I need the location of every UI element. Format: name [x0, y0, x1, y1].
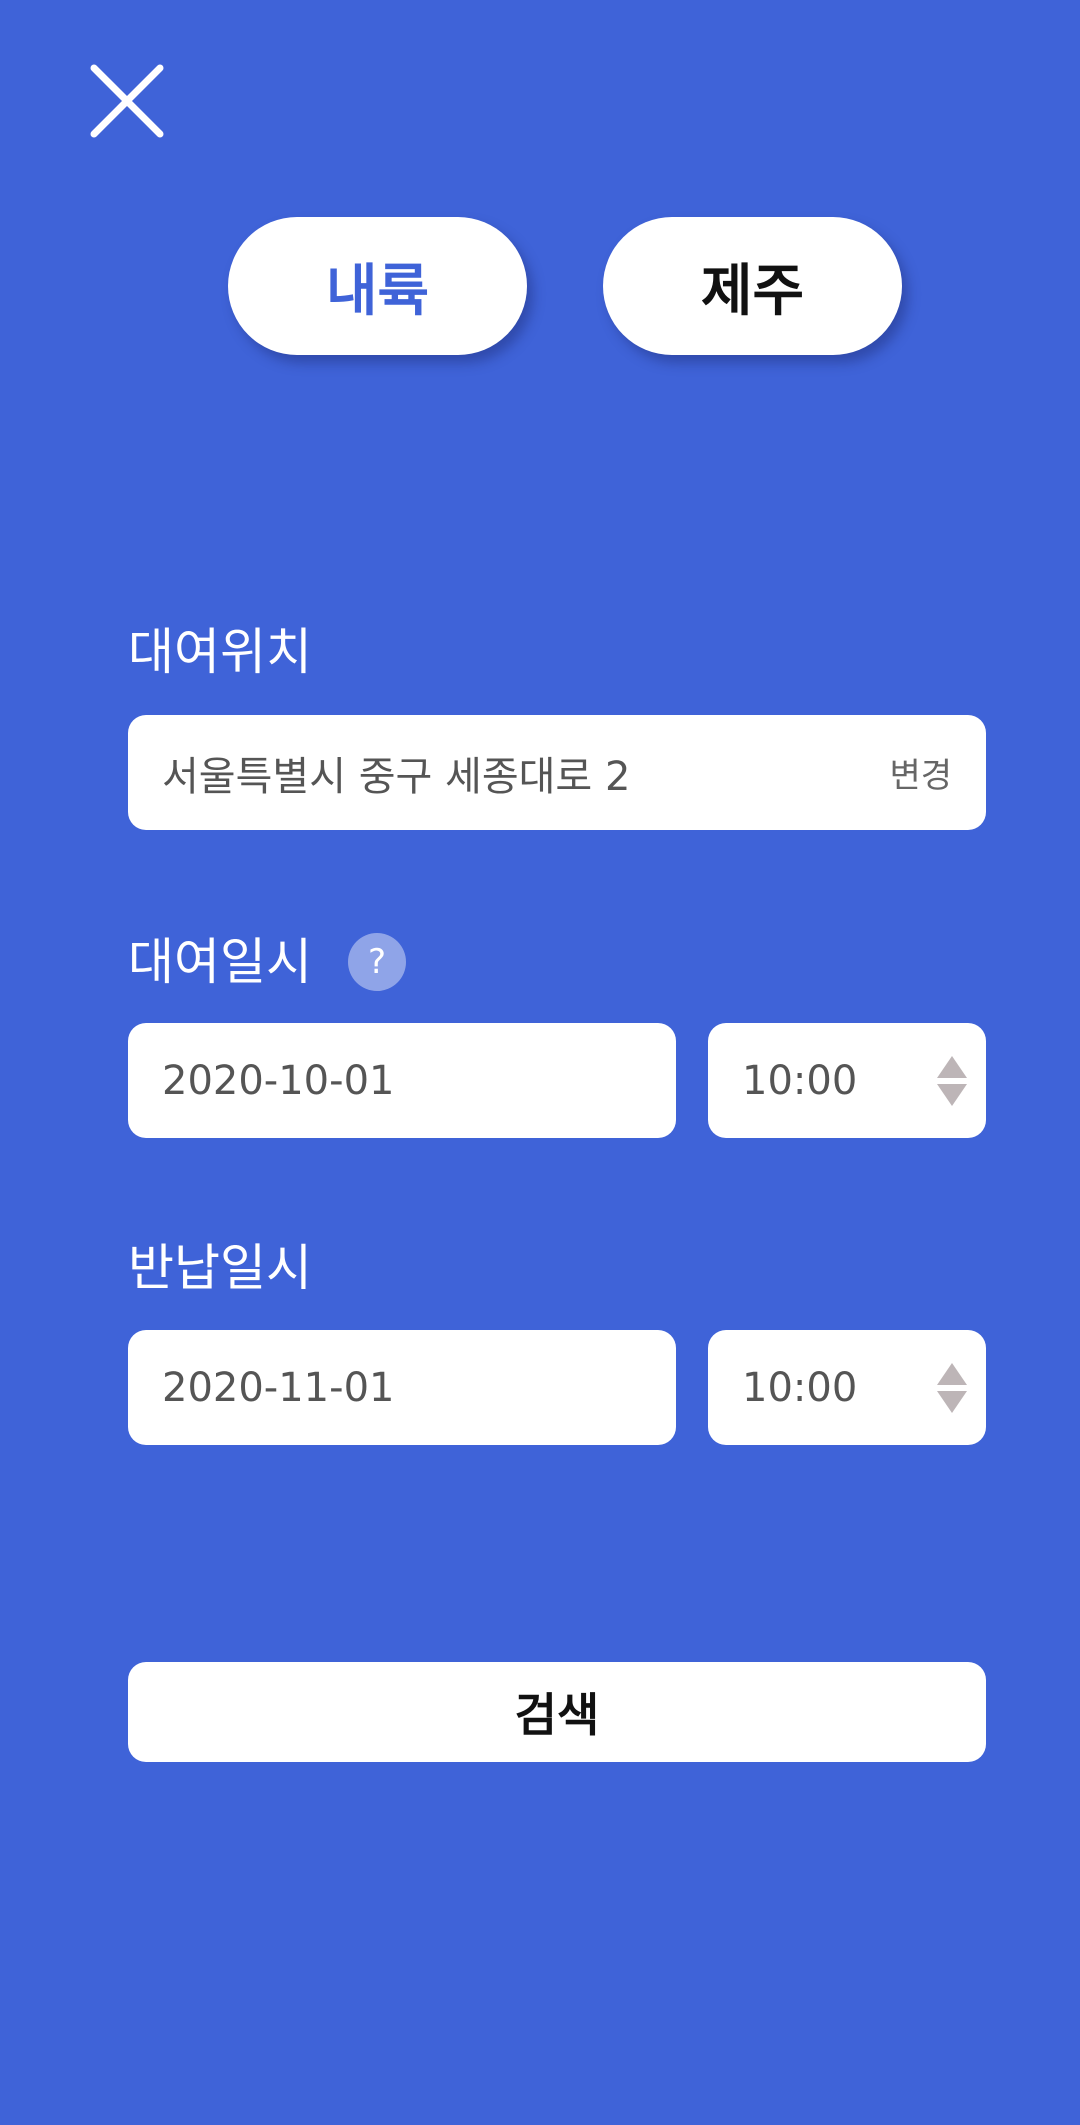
return-date-field[interactable]: 2020-11-01 — [128, 1330, 676, 1445]
change-location-button[interactable]: 변경 — [889, 748, 986, 797]
return-time-field[interactable]: 10:00 — [708, 1330, 986, 1445]
rental-date-value: 2020-10-01 — [162, 1057, 395, 1104]
help-icon[interactable]: ? — [348, 933, 406, 991]
return-date-value: 2020-11-01 — [162, 1364, 395, 1411]
return-datetime-label: 반납일시 — [128, 1238, 312, 1298]
spinner-up-icon[interactable] — [937, 1055, 967, 1078]
rental-location-label: 대여위치 — [128, 622, 312, 682]
rental-datetime-label: 대여일시 ? — [128, 932, 406, 992]
tab-mainland[interactable]: 내륙 — [228, 217, 527, 355]
rental-location-address: 서울특별시 중구 세종대로 2 — [162, 753, 631, 800]
return-time-spinner[interactable] — [936, 1362, 968, 1413]
close-button[interactable] — [88, 62, 166, 140]
region-tabs: 내륙 제주 — [228, 217, 902, 355]
spinner-down-icon[interactable] — [937, 1083, 967, 1106]
close-icon — [90, 64, 164, 138]
return-time-value: 10:00 — [742, 1364, 858, 1411]
search-button[interactable]: 검색 — [128, 1662, 986, 1762]
rental-time-field[interactable]: 10:00 — [708, 1023, 986, 1138]
rental-location-field[interactable]: 서울특별시 중구 세종대로 2 변경 — [128, 715, 986, 830]
spinner-up-icon[interactable] — [937, 1362, 967, 1385]
rental-datetime-label-text: 대여일시 — [128, 933, 312, 991]
spinner-down-icon[interactable] — [937, 1390, 967, 1413]
rental-location-label-text: 대여위치 — [128, 623, 312, 681]
rental-time-spinner[interactable] — [936, 1055, 968, 1106]
return-datetime-label-text: 반납일시 — [128, 1239, 312, 1297]
tab-jeju[interactable]: 제주 — [603, 217, 902, 355]
rental-time-value: 10:00 — [742, 1057, 858, 1104]
rental-date-field[interactable]: 2020-10-01 — [128, 1023, 676, 1138]
